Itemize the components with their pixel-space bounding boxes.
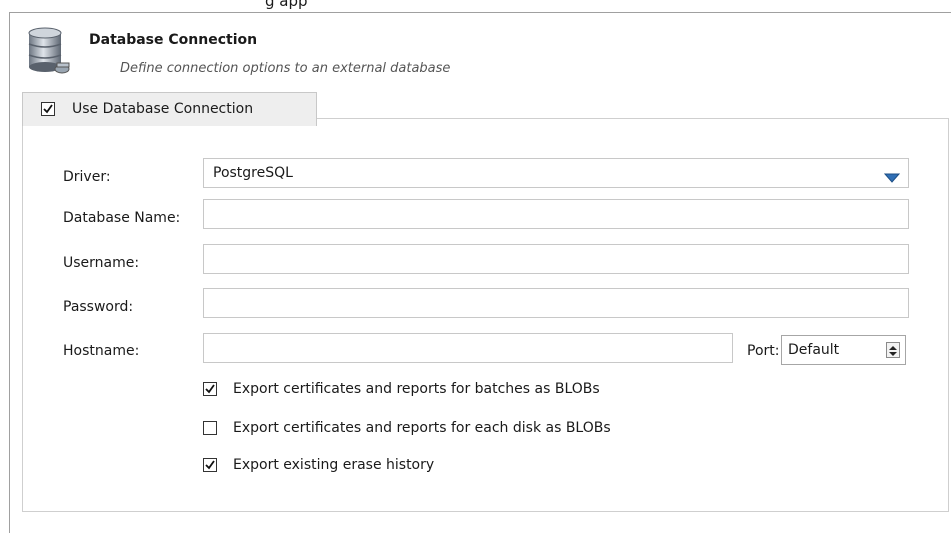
driver-label: Driver:	[63, 169, 111, 185]
hostname-input[interactable]	[203, 333, 733, 363]
driver-selected-value: PostgreSQL	[213, 165, 293, 181]
export-batches-blobs-checkbox[interactable]	[203, 382, 217, 396]
port-label: Port:	[747, 343, 780, 359]
export-disk-blobs-label: Export certificates and reports for each…	[233, 420, 611, 436]
use-database-connection-toggle[interactable]: Use Database Connection	[22, 92, 317, 126]
checkmark-icon	[205, 460, 215, 470]
database-name-label: Database Name:	[63, 210, 181, 226]
export-erase-history-label: Export existing erase history	[233, 457, 435, 473]
export-disk-blobs-checkbox[interactable]	[203, 421, 217, 435]
hostname-label: Hostname:	[63, 343, 140, 359]
export-erase-history-checkbox[interactable]	[203, 458, 217, 472]
username-input[interactable]	[203, 244, 909, 274]
port-spinbox[interactable]: Default	[781, 335, 906, 365]
export-batches-blobs-label: Export certificates and reports for batc…	[233, 381, 600, 397]
username-label: Username:	[63, 255, 140, 271]
spinner-updown-icon[interactable]	[886, 342, 900, 358]
use-database-connection-checkbox[interactable]	[41, 102, 55, 116]
section-title: Database Connection	[89, 32, 258, 48]
checkmark-icon	[205, 384, 215, 394]
clipped-title-fragment: g app	[265, 0, 308, 10]
triangle-down-icon[interactable]	[883, 168, 901, 187]
driver-select[interactable]: PostgreSQL	[203, 158, 909, 188]
database-name-input[interactable]	[203, 199, 909, 229]
checkmark-icon	[43, 104, 53, 114]
section-subtitle: Define connection options to an external…	[120, 61, 451, 76]
password-label: Password:	[63, 299, 134, 315]
password-input[interactable]	[203, 288, 909, 318]
use-database-connection-label: Use Database Connection	[72, 101, 254, 117]
port-value: Default	[788, 342, 840, 358]
database-icon	[23, 25, 75, 77]
